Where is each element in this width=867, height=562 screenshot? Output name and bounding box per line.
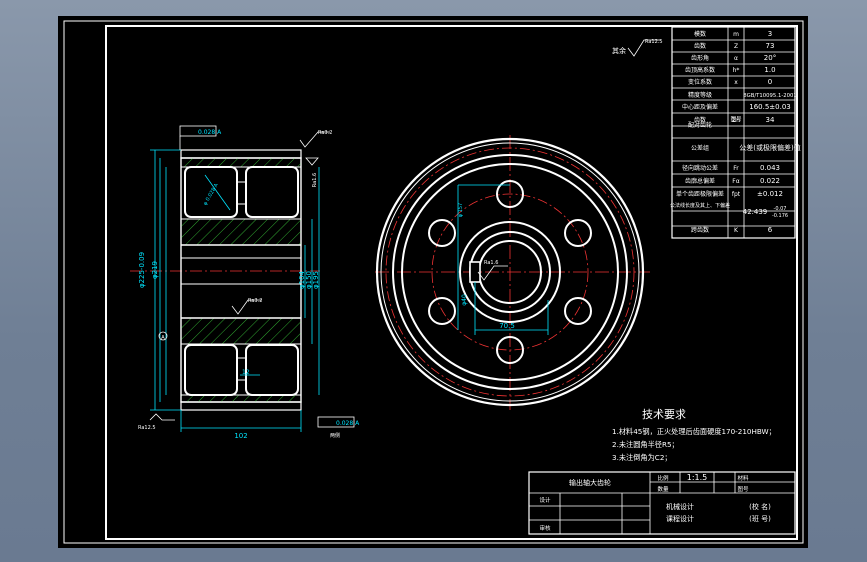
table-param-name: 公差组 <box>691 144 709 152</box>
dim-hole-position: φ 157 <box>458 203 464 217</box>
table-param-name: 齿形角 <box>691 54 709 62</box>
roughness-value: Ra1.6 <box>484 260 498 266</box>
table-param-symbol: x <box>734 79 738 86</box>
cad-window: 模数 m 3 齿数 Z 73 齿形角 α 20° 齿顶高系数 h* 1.0 变位系数 x 0 精度等级 8GB/… <box>0 0 867 562</box>
gear-drawing: 模数 m 3 齿数 Z 73 齿形角 α 20° 齿顶高系数 h* 1.0 变位系数 x 0 精度等级 8GB/… <box>58 16 808 548</box>
table-param-symbol: Z <box>734 43 738 50</box>
title-class: (班 号) <box>749 514 771 523</box>
table-param-value: 公差(或极限偏差)值 <box>739 143 800 152</box>
table-param-symbol: h* <box>733 67 740 74</box>
roughness-value: Ra1.6 <box>312 173 318 187</box>
table-param-name: 图号 <box>730 115 742 123</box>
table-param-value: 34 <box>766 116 775 124</box>
title-part-name: 输出轴大齿轮 <box>569 478 611 487</box>
roughness-value: Ra12.5 <box>138 425 156 431</box>
dim-bore: φ40 <box>461 294 468 306</box>
roughness-value: Ra3.2 <box>248 298 262 304</box>
table-param-name: 中心距及偏差 <box>682 103 718 111</box>
dim-chamfer: 12 <box>242 369 250 376</box>
title-mat-label: 材料 <box>737 474 749 482</box>
tolerance-frame-top: 0.028 A <box>198 129 222 136</box>
tech-req-line: 3.未注倒角为C2； <box>612 453 672 462</box>
table-param-value: 1.0 <box>764 66 775 74</box>
tech-req-title: 技术要求 <box>642 408 686 421</box>
title-course2: 课程设计 <box>666 514 694 523</box>
table-param-value: 0 <box>768 78 772 86</box>
table-param-symbol: fpt <box>732 191 741 198</box>
table-basetan-lower: -0.176 <box>772 213 788 219</box>
table-pairing-label: 配对齿轮 <box>688 121 712 129</box>
table-param-symbol: Fα <box>732 178 739 185</box>
table-param-name: 齿顶高系数 <box>685 66 715 74</box>
title-qty-label: 数量 <box>657 485 669 493</box>
title-school: (校 名) <box>749 502 771 511</box>
title-checker: 审核 <box>539 524 551 532</box>
table-param-name: 径向跳动公差 <box>682 164 718 172</box>
dim-width: 102 <box>234 432 247 440</box>
title-drawing-no: 图号 <box>737 485 749 493</box>
table-param-symbol: Fr <box>733 165 739 172</box>
table-param-symbol: m <box>733 31 739 38</box>
table-param-value: 73 <box>766 42 775 50</box>
table-basetan-upper: -0.07 <box>774 206 787 212</box>
tolerance-frame-bottom: 0.028 A <box>336 420 360 427</box>
title-course1: 机械设计 <box>666 502 694 511</box>
table-param-name: 齿数 <box>694 42 706 50</box>
tech-req-line: 1.材料45钢，正火处理后齿面硬度170-210HBW； <box>612 427 776 436</box>
table-basetan-label: 公法线长度及其上、下偏差 <box>670 202 730 209</box>
table-param-value: 0.022 <box>760 177 780 185</box>
table-param-value: 0.043 <box>760 164 780 172</box>
table-param-symbol: α <box>734 55 738 62</box>
table-param-value: 20° <box>764 54 776 62</box>
table-param-name: 齿廓总偏差 <box>685 177 715 185</box>
datum-label: A <box>161 335 165 341</box>
tech-req-line: 2.未注圆角半径R5； <box>612 440 679 449</box>
dim-keyway: 70.5 <box>499 322 515 330</box>
roughness-rest-label: 其余 <box>612 46 626 55</box>
table-basetan-value: 42.439 <box>743 208 768 216</box>
table-param-value: 8GB/T10095.1-2001 <box>743 93 796 99</box>
title-designer: 设计 <box>539 496 551 504</box>
title-scale-label: 比例 <box>657 474 669 482</box>
roughness-value: Ra3.2 <box>318 130 332 136</box>
table-param-name: 精度等级 <box>688 91 712 99</box>
table-param-name: 模数 <box>694 30 706 38</box>
dim-diameter: φ219 <box>151 261 159 279</box>
table-param-name: 变位系数 <box>688 78 712 86</box>
dim-outer-diameter: φ225-0.09 <box>138 252 146 288</box>
datum-note: 两侧 <box>330 432 340 439</box>
roughness-value: Ra12.5 <box>645 39 663 45</box>
table-param-name: 跨齿数 <box>691 226 709 234</box>
table-param-value: 160.5±0.03 <box>749 103 791 111</box>
table-param-value: 6 <box>768 226 773 234</box>
table-param-value: ±0.012 <box>757 190 783 198</box>
title-scale: 1:1.5 <box>687 473 708 482</box>
table-param-name: 单个齿距极限偏差 <box>676 190 724 198</box>
dim-diameter: φ195 <box>312 271 320 289</box>
table-param-value: 3 <box>768 30 772 38</box>
